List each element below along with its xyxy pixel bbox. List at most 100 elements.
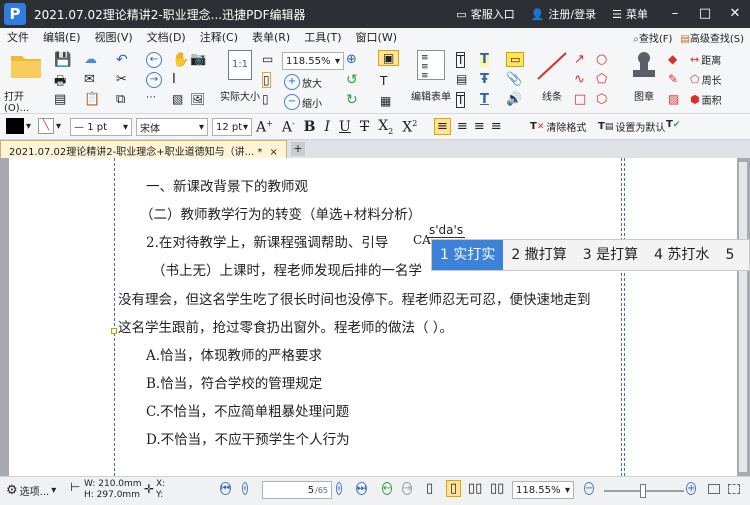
text-box-handle[interactable] xyxy=(111,328,117,334)
area-button[interactable]: ⬢ 面积 xyxy=(690,92,722,107)
menu-comment[interactable]: 注释(C) xyxy=(193,29,245,45)
doc-line-5[interactable]: 没有理会，但这名学生吃了很长时间也没停下。程老师忍无可忍，便快速地走到 xyxy=(118,288,591,308)
typewriter-button[interactable]: T xyxy=(480,52,489,67)
sound-button[interactable]: 🔊 xyxy=(506,92,522,107)
document-viewport[interactable]: 一、新课改背景下的教师观 （二）教师教学行为的转变（单选+材料分析） 2.在对待… xyxy=(0,158,750,476)
camera-button[interactable]: 📷 xyxy=(190,52,206,67)
font-select[interactable]: 宋体 ▾ xyxy=(136,118,208,136)
perimeter-button[interactable]: ⬠ 周长 xyxy=(690,72,722,87)
polygon-button[interactable]: ⬠ xyxy=(596,72,607,87)
new-tab-button[interactable]: + xyxy=(290,142,305,156)
rotate-left-button[interactable]: ↺ xyxy=(346,72,358,88)
rectangle-button[interactable]: □ xyxy=(574,92,586,107)
first-page-button[interactable]: ⏮ xyxy=(220,482,231,496)
strikethrough-button[interactable]: T xyxy=(360,119,369,135)
main-menu-button[interactable]: ☰ 菜单 xyxy=(606,6,654,22)
open-button[interactable]: 打开(O)... xyxy=(4,50,48,114)
highlight-area-button[interactable]: ▨ xyxy=(668,92,679,106)
status-zoom-in-button[interactable]: + xyxy=(686,482,697,496)
find-button[interactable]: ⌕查找(F) xyxy=(633,30,672,45)
font-size-select[interactable]: 12 pt ▾ xyxy=(212,118,252,136)
facing-page-button[interactable]: ▯▯ xyxy=(468,481,482,496)
text-color-picker[interactable]: ▾ xyxy=(6,118,31,134)
print-button[interactable]: 🖶 xyxy=(54,72,66,94)
zoom-in-button[interactable]: + 放大 xyxy=(284,74,322,90)
curve-button[interactable]: ∿ xyxy=(574,72,585,87)
form-field-button[interactable]: T xyxy=(456,92,466,108)
shrink-font-button[interactable]: A- xyxy=(282,119,295,136)
add-image-button[interactable]: ▦ xyxy=(380,94,391,108)
ime-candidate[interactable]: 3 是打算 xyxy=(575,240,646,270)
fit-window-button[interactable] xyxy=(708,484,720,494)
menu-document[interactable]: 文档(D) xyxy=(140,29,193,45)
continuous-page-button[interactable]: ▯ xyxy=(446,480,462,497)
nav-forward-button[interactable]: → xyxy=(146,72,162,88)
pdf-page[interactable]: 一、新课改背景下的教师观 （二）教师教学行为的转变（单选+材料分析） 2.在对待… xyxy=(9,158,737,476)
hand-tool-button[interactable]: ✋ xyxy=(172,52,189,68)
text-check-button[interactable]: T✔ xyxy=(666,119,680,130)
attach-button[interactable]: 📎 xyxy=(506,72,522,87)
properties-button[interactable]: ▤ xyxy=(54,92,66,107)
fullscreen-button[interactable] xyxy=(728,484,740,494)
add-text-button[interactable]: T xyxy=(380,74,387,88)
doc-line-4[interactable]: （书上无）上课时，程老师发现后排的一名学 xyxy=(152,259,422,279)
status-zoom-select[interactable]: 118.55% ▾ xyxy=(512,481,574,499)
doc-line-8[interactable]: B.恰当，符合学校的管理规定 xyxy=(146,372,322,392)
history-back-button[interactable]: ← xyxy=(382,482,393,496)
text-replace-button[interactable]: Ŧ xyxy=(480,72,489,87)
document-tab[interactable]: 2021.07.02理论精讲2-职业理念+职业道德知与（讲... * × xyxy=(0,140,287,158)
ime-candidate[interactable]: 1 实打实 xyxy=(432,240,504,270)
nav-back-button[interactable]: ← xyxy=(146,52,162,68)
stamp-button[interactable]: 图章 xyxy=(624,50,664,103)
fit-visible-button[interactable]: ▯ xyxy=(262,92,269,106)
save-button[interactable]: 💾 xyxy=(54,52,71,68)
clear-format-button[interactable]: T✕ 清除格式 xyxy=(530,119,586,134)
zoom-select[interactable]: 118.55% ▾ xyxy=(282,52,344,70)
cut-button[interactable]: ✂ xyxy=(116,72,127,87)
doc-line-1[interactable]: 一、新课改背景下的教师观 xyxy=(146,175,308,195)
zoom-slider-thumb[interactable] xyxy=(640,484,646,498)
continuous-facing-button[interactable]: ▯▯ xyxy=(490,481,504,496)
doc-line-6[interactable]: 这名学生跟前，抢过零食扔出窗外。程老师的做法（ ）。 xyxy=(118,316,453,336)
snapshot-button[interactable]: ▧ xyxy=(172,92,183,106)
mail-button[interactable]: ✉ xyxy=(84,72,95,87)
cloud-button[interactable]: ☁ xyxy=(84,52,97,67)
menu-edit[interactable]: 编辑(E) xyxy=(36,29,88,45)
menu-tools[interactable]: 工具(T) xyxy=(297,29,348,45)
menu-form[interactable]: 表单(R) xyxy=(245,29,297,45)
align-left-button[interactable]: ≡ xyxy=(434,118,451,135)
last-page-button[interactable]: ⏭ xyxy=(356,482,367,496)
fit-page-button[interactable]: ▯ xyxy=(262,72,271,88)
zoom-tool-button[interactable]: ⊕ xyxy=(346,52,357,67)
lines-button[interactable]: 线条 xyxy=(532,50,572,103)
options-button[interactable]: ⚙ 选项... ▾ xyxy=(6,483,56,498)
circle-button[interactable]: ○ xyxy=(596,52,607,67)
cloud-shape-button[interactable]: ⬡ xyxy=(596,92,607,107)
align-right-button[interactable]: ≡ xyxy=(474,119,485,134)
paste-button[interactable]: 📋 xyxy=(84,92,100,107)
doc-line-2[interactable]: （二）教师教学行为的转变（单选+材料分析） xyxy=(140,203,421,223)
distance-button[interactable]: ↔ 距离 xyxy=(690,52,721,67)
set-default-button[interactable]: T▤ 设置为默认 xyxy=(598,119,665,134)
doc-line-9[interactable]: C.不恰当，不应简单粗暴处理问题 xyxy=(146,400,349,420)
rotate-right-button[interactable]: ↻ xyxy=(346,92,358,108)
arrow-shape-button[interactable]: ↗ xyxy=(574,52,585,67)
fit-width-button[interactable]: ▭ xyxy=(262,52,273,66)
bold-button[interactable]: B xyxy=(304,119,316,135)
edit-form-button[interactable]: ≡ ≡ ≡ 编辑表单 xyxy=(408,50,454,103)
undo-button[interactable]: ↶ xyxy=(116,52,128,68)
line-width-select[interactable]: — 1 pt ▾ xyxy=(70,118,132,136)
actual-size-button[interactable]: 1:1 实际大小 xyxy=(220,50,260,103)
login-button[interactable]: 👤 注册/登录 xyxy=(525,6,602,22)
advanced-find-button[interactable]: ▤高级查找(S) xyxy=(680,30,744,45)
eraser-button[interactable]: ◆ xyxy=(668,52,677,66)
vertical-scrollbar[interactable] xyxy=(739,162,747,472)
pencil-button[interactable]: ✎ xyxy=(668,72,678,86)
grow-font-button[interactable]: A+ xyxy=(256,119,273,136)
italic-button[interactable]: I xyxy=(325,119,331,135)
menu-view[interactable]: 视图(V) xyxy=(88,29,140,45)
select-text-button[interactable]: I xyxy=(172,72,176,87)
menu-window[interactable]: 窗口(W) xyxy=(349,29,404,45)
single-page-button[interactable]: ▯ xyxy=(426,481,433,496)
superscript-button[interactable]: X2 xyxy=(402,119,417,136)
